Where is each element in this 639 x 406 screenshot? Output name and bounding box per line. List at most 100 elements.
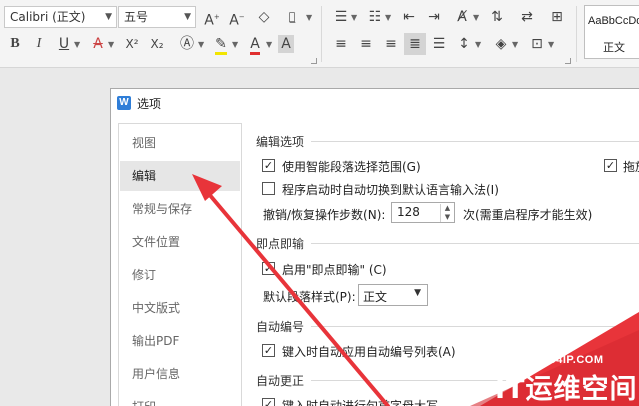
section-divider xyxy=(311,243,639,244)
undo-steps-spinner[interactable]: 128 ▲ ▼ xyxy=(391,202,455,223)
default-style-label: 默认段落样式(P): xyxy=(263,290,356,304)
chevron-down-icon[interactable]: ▼ xyxy=(108,40,114,49)
drag-drop-label: 拖放 xyxy=(623,160,639,174)
ribbon-divider xyxy=(576,6,577,62)
default-style-select[interactable]: 正文 ▼ xyxy=(358,284,428,306)
dialog-titlebar[interactable]: W 选项 xyxy=(111,89,639,117)
auto-correct-checkbox[interactable]: ✓ xyxy=(262,398,275,406)
superscript-icon[interactable]: X² xyxy=(121,33,143,55)
watermark-site-name: IT运维空间 xyxy=(495,374,638,405)
chinese-layout-icon[interactable]: ⇅ xyxy=(486,6,508,28)
font-size-value: 五号 xyxy=(124,10,149,24)
watermark-url: WWW.94IP.COM xyxy=(514,354,604,366)
chevron-down-icon[interactable]: ▼ xyxy=(475,40,481,49)
font-size-select[interactable]: 五号 ▼ xyxy=(118,6,196,28)
options-nav: 视图 编辑 常规与保存 文件位置 修订 中文版式 输出PDF 用户信息 打印 xyxy=(118,123,242,406)
bold-icon[interactable]: B xyxy=(4,33,26,55)
wps-app-icon: W xyxy=(117,96,131,110)
chevron-down-icon[interactable]: ▼ xyxy=(512,40,518,49)
click-type-checkbox[interactable]: ✓ xyxy=(262,262,275,275)
shading-icon[interactable]: ◈ xyxy=(490,33,512,55)
undo-steps-note: 次(需重启程序才能生效) xyxy=(463,208,593,222)
font-name-select[interactable]: Calibri (正文) ▼ xyxy=(4,6,117,28)
italic-icon[interactable]: I xyxy=(28,33,50,55)
drag-drop-checkbox[interactable]: ✓ xyxy=(604,159,617,172)
paragraph-dialog-launcher-icon[interactable] xyxy=(565,58,571,64)
text-effect-icon[interactable]: Ⓐ xyxy=(176,33,198,55)
nav-item-user-info[interactable]: 用户信息 xyxy=(120,359,240,389)
align-right-icon[interactable]: ≡ xyxy=(380,33,402,55)
chevron-down-icon[interactable]: ▼ xyxy=(351,13,357,22)
highlight-icon[interactable]: ✎ xyxy=(210,33,232,55)
nav-item-general-save[interactable]: 常规与保存 xyxy=(120,194,240,224)
chevron-down-icon[interactable]: ▼ xyxy=(306,13,312,22)
dialog-title: 选项 xyxy=(137,97,162,111)
auto-ime-checkbox[interactable] xyxy=(262,182,275,195)
borders-icon[interactable]: ⊡ xyxy=(526,33,548,55)
spin-up-icon[interactable]: ▲ xyxy=(440,204,454,213)
nav-item-file-locations[interactable]: 文件位置 xyxy=(120,227,240,257)
section-auto-number-title: 自动编号 xyxy=(256,320,305,334)
font-name-value: Calibri (正文) xyxy=(10,10,86,24)
nav-item-print[interactable]: 打印 xyxy=(120,392,240,406)
click-type-label: 启用"即点即输" (C) xyxy=(282,263,387,277)
show-marks-icon[interactable]: ⇄ xyxy=(516,6,538,28)
underline-icon[interactable]: U xyxy=(53,33,75,55)
auto-ime-label: 程序启动时自动切换到默认语言输入法(I) xyxy=(282,183,499,197)
chevron-down-icon[interactable]: ▼ xyxy=(385,13,391,22)
section-divider xyxy=(311,141,639,142)
align-left-icon[interactable]: ≡ xyxy=(330,33,352,55)
ribbon-divider xyxy=(321,6,322,62)
table-border-icon[interactable]: ⊞ xyxy=(546,6,568,28)
style-name: 正文 xyxy=(603,41,625,54)
auto-number-label: 键入时自动应用自动编号列表(A) xyxy=(282,345,456,359)
grow-font-icon[interactable]: A+ xyxy=(201,6,223,29)
chevron-down-icon[interactable]: ▼ xyxy=(74,40,80,49)
nav-item-edit[interactable]: 编辑 xyxy=(120,161,240,191)
ribbon-toolbar: Calibri (正文) ▼ 五号 ▼ A+ A− ◇ 文̲ ▼ B I U ▼… xyxy=(0,0,639,68)
shrink-font-icon[interactable]: A− xyxy=(226,6,248,29)
char-shading-icon[interactable]: A xyxy=(278,35,294,53)
auto-correct-label: 键入时自动进行句首字母大写 xyxy=(282,399,439,406)
text-direction-icon[interactable]: Ⱥ xyxy=(451,6,473,28)
bullet-list-icon[interactable]: ☰ xyxy=(330,6,352,28)
font-dialog-launcher-icon[interactable] xyxy=(311,58,317,64)
line-spacing-icon[interactable]: ↕ xyxy=(453,33,475,55)
default-style-value: 正文 xyxy=(363,290,388,304)
clear-format-icon[interactable]: ◇ xyxy=(253,6,275,28)
distributed-align-icon[interactable]: ☰ xyxy=(428,33,450,55)
section-divider xyxy=(311,326,639,327)
style-preview: AaBbCcDd xyxy=(588,15,639,27)
section-click-type-title: 即点即输 xyxy=(256,237,305,251)
spin-down-icon[interactable]: ▼ xyxy=(440,213,454,222)
chevron-down-icon[interactable]: ▼ xyxy=(198,40,204,49)
nav-item-chinese-layout[interactable]: 中文版式 xyxy=(120,293,240,323)
nav-item-export-pdf[interactable]: 输出PDF xyxy=(120,326,240,356)
chevron-down-icon[interactable]: ▼ xyxy=(232,40,238,49)
increase-indent-icon[interactable]: ⇥ xyxy=(423,6,445,28)
chevron-down-icon[interactable]: ▼ xyxy=(548,40,554,49)
section-auto-correct-title: 自动更正 xyxy=(256,374,305,388)
numbered-list-icon[interactable]: ☷ xyxy=(364,6,386,28)
subscript-icon[interactable]: X₂ xyxy=(146,33,168,55)
chevron-down-icon: ▼ xyxy=(105,12,112,22)
nav-item-view[interactable]: 视图 xyxy=(120,128,240,158)
font-color-icon[interactable]: A xyxy=(244,33,266,55)
justify-icon[interactable]: ≣ xyxy=(404,33,426,55)
decrease-indent-icon[interactable]: ⇤ xyxy=(398,6,420,28)
auto-number-checkbox[interactable]: ✓ xyxy=(262,344,275,357)
chevron-down-icon[interactable]: ▼ xyxy=(473,13,479,22)
chevron-down-icon: ▼ xyxy=(414,288,421,298)
undo-steps-value: 128 xyxy=(397,205,420,219)
section-edit-options-title: 编辑选项 xyxy=(256,135,305,149)
undo-steps-label: 撤销/恢复操作步数(N): xyxy=(263,208,386,222)
chevron-down-icon[interactable]: ▼ xyxy=(266,40,272,49)
strikethrough-icon[interactable]: A xyxy=(87,33,109,55)
phonetic-guide-icon[interactable]: 文̲ xyxy=(281,6,303,28)
smart-select-checkbox[interactable]: ✓ xyxy=(262,159,275,172)
nav-item-revisions[interactable]: 修订 xyxy=(120,260,240,290)
align-center-icon[interactable]: ≡ xyxy=(355,33,377,55)
chevron-down-icon: ▼ xyxy=(184,12,191,22)
style-gallery-normal[interactable]: AaBbCcDd 正文 xyxy=(584,5,639,59)
smart-select-label: 使用智能段落选择范围(G) xyxy=(282,160,421,174)
